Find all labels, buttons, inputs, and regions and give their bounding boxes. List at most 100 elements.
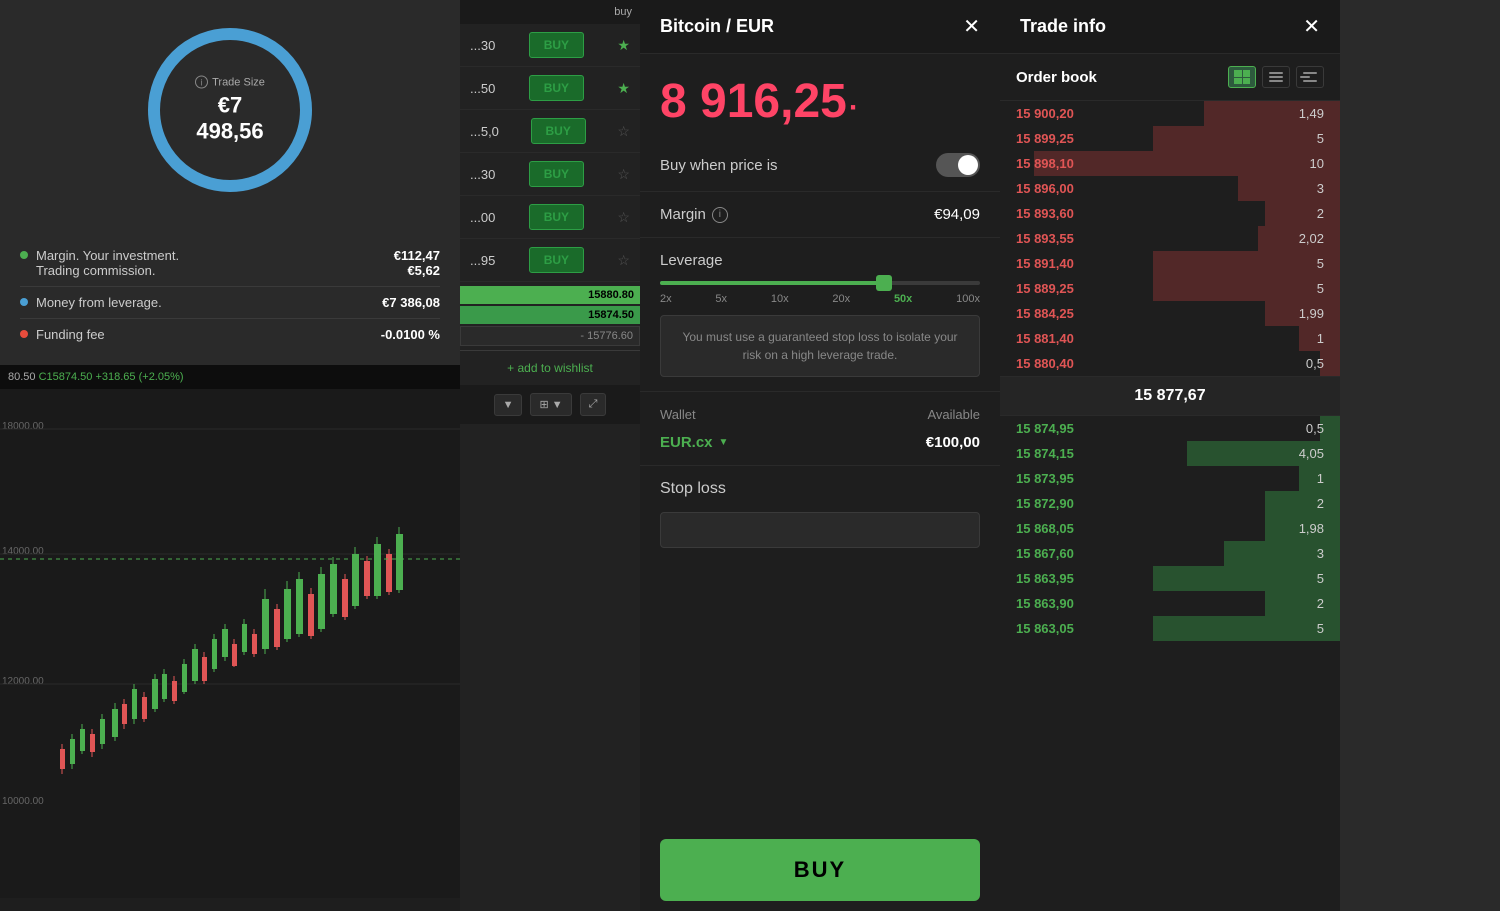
sell-order-row[interactable]: 15 893,55 2,02 (1000, 226, 1340, 251)
circle-inner: i Trade Size €7 498,56 (185, 76, 275, 145)
margin-section: Margin i €94,09 (640, 192, 1000, 238)
bitcoin-close-btn[interactable]: ✕ (963, 17, 980, 37)
view-icon-list2[interactable] (1296, 66, 1324, 88)
left-panel: i Trade Size €7 498,56 Margin. Your inve… (0, 0, 460, 911)
buy-when-price-row: Buy when price is (640, 139, 1000, 192)
bitcoin-panel-header: Bitcoin / EUR ✕ (640, 0, 1000, 54)
lev-5x[interactable]: 5x (715, 293, 727, 305)
trade-info-close-btn[interactable]: ✕ (1303, 17, 1320, 37)
star-filled-2[interactable]: ★ (617, 80, 630, 97)
buy-button-2[interactable]: BUY (529, 75, 584, 101)
margin-info-icon[interactable]: i (712, 207, 728, 223)
lev-50x[interactable]: 50x (894, 293, 912, 305)
wallet-header: Wallet Available (660, 406, 980, 424)
buy-order-row[interactable]: 15 874,95 0,5 (1000, 416, 1340, 441)
collapse-btn[interactable]: ▼ (494, 394, 523, 416)
price-overlays: 15880.80 15874.50 - 15776.60 (460, 286, 640, 346)
buy-action-button[interactable]: BUY (660, 839, 980, 901)
leverage-value: €7 386,08 (382, 295, 440, 310)
buy-button-5[interactable]: BUY (529, 204, 584, 230)
sell-order-row[interactable]: 15 899,25 5 (1000, 126, 1340, 151)
funding-value: -0.0100 % (381, 327, 440, 342)
buy-item-1: ...30 BUY ★ (460, 24, 640, 67)
price-overlay-3: - 15776.60 (460, 326, 640, 346)
star-outline-3[interactable]: ☆ (617, 123, 630, 140)
svg-text:14000.00: 14000.00 (2, 546, 44, 557)
leverage-section-title: Leverage (660, 252, 980, 269)
buy-item-3: ...5,0 BUY ☆ (460, 110, 640, 153)
sell-order-row[interactable]: 15 896,00 3 (1000, 176, 1340, 201)
buy-order-row[interactable]: 15 863,90 2 (1000, 591, 1340, 616)
trade-size-amount: €7 498,56 (185, 93, 275, 145)
svg-text:12000.00: 12000.00 (2, 676, 44, 687)
bitcoin-panel-title: Bitcoin / EUR (660, 16, 774, 37)
add-to-wishlist[interactable]: + add to wishlist (460, 350, 640, 385)
candlestick-chart: 18000.00 14000.00 12000.00 10000.00 (0, 389, 460, 819)
wallet-label: Wallet (660, 407, 696, 422)
margin-field-value: €94,09 (934, 206, 980, 223)
funding-label: Funding fee (20, 327, 105, 342)
chart-reset-btn[interactable]: ↺ (76, 908, 96, 911)
funding-row: Funding fee -0.0100 % (20, 319, 440, 350)
leverage-track (660, 281, 980, 285)
buy-order-row[interactable]: 15 873,95 1 (1000, 466, 1340, 491)
chart-controls: ◄ ⊖ ↺ ⊕ ► ►| (0, 898, 460, 911)
buy-button-6[interactable]: BUY (529, 247, 584, 273)
star-outline-4[interactable]: ☆ (617, 166, 630, 183)
buy-order-row[interactable]: 15 872,90 2 (1000, 491, 1340, 516)
star-filled-1[interactable]: ★ (617, 37, 630, 54)
buy-item-4: ...30 BUY ☆ (460, 153, 640, 196)
buy-order-row[interactable]: 15 868,05 1,98 (1000, 516, 1340, 541)
sell-order-row[interactable]: 15 889,25 5 (1000, 276, 1340, 301)
buy-button-1[interactable]: BUY (529, 32, 584, 58)
leverage-bar[interactable] (660, 281, 980, 285)
buy-when-toggle[interactable] (936, 153, 980, 177)
sell-order-row[interactable]: 15 891,40 5 (1000, 251, 1340, 276)
buy-item-2: ...50 BUY ★ (460, 67, 640, 110)
sell-order-row[interactable]: 15 900,20 1,49 (1000, 101, 1340, 126)
trade-size-container: i Trade Size €7 498,56 (0, 0, 460, 230)
wallet-currency-selector[interactable]: EUR.cx ▼ (660, 434, 728, 451)
stop-loss-section: Stop loss (640, 466, 1000, 829)
order-list[interactable]: 15 900,20 1,49 15 899,25 5 15 898,10 10 … (1000, 101, 1340, 911)
buy-order-row[interactable]: 15 867,60 3 (1000, 541, 1340, 566)
buy-order-row[interactable]: 15 863,95 5 (1000, 566, 1340, 591)
sell-order-row[interactable]: 15 898,10 10 (1000, 151, 1340, 176)
margin-row: Margin. Your investment. Trading commiss… (20, 240, 440, 287)
sell-order-row[interactable]: 15 881,40 1 (1000, 326, 1340, 351)
buy-order-row[interactable]: 15 874,15 4,05 (1000, 441, 1340, 466)
buy-button-4[interactable]: BUY (529, 161, 584, 187)
trade-info-header: Trade info ✕ (1000, 0, 1340, 54)
bitcoin-panel: Bitcoin / EUR ✕ 8 916,25· Buy when price… (640, 0, 1000, 911)
sell-order-row[interactable]: 15 893,60 2 (1000, 201, 1340, 226)
star-outline-6[interactable]: ☆ (617, 252, 630, 269)
buy-orders: 15 874,95 0,5 15 874,15 4,05 15 873,95 1… (1000, 416, 1340, 641)
star-outline-5[interactable]: ☆ (617, 209, 630, 226)
leverage-warning: You must use a guaranteed stop loss to i… (660, 315, 980, 377)
lev-2x[interactable]: 2x (660, 293, 672, 305)
view-icon-list1[interactable] (1262, 66, 1290, 88)
buy-button-3[interactable]: BUY (531, 118, 586, 144)
chart-zoom-in-btn[interactable]: ⊕ (107, 908, 127, 911)
trade-info-panel: Trade info ✕ Order book (1000, 0, 1340, 911)
mid-price-row: 15 877,67 (1000, 376, 1340, 416)
leverage-thumb (876, 275, 892, 291)
price-overlay-2: 15874.50 (460, 306, 640, 324)
stop-loss-input[interactable] (660, 512, 980, 548)
layers-btn[interactable]: ⊞ ▼ (530, 393, 571, 416)
red-dot (20, 330, 28, 338)
lev-10x[interactable]: 10x (771, 293, 789, 305)
lev-100x[interactable]: 100x (956, 293, 980, 305)
buy-item-5: ...00 BUY ☆ (460, 196, 640, 239)
sell-order-row[interactable]: 15 884,25 1,99 (1000, 301, 1340, 326)
chart-zoom-out-btn[interactable]: ⊖ (44, 908, 64, 911)
buy-order-row[interactable]: 15 863,05 5 (1000, 616, 1340, 641)
view-icon-grid[interactable] (1228, 66, 1256, 88)
expand-btn[interactable]: ⤢ (580, 393, 607, 416)
lev-20x[interactable]: 20x (832, 293, 850, 305)
wallet-section: Wallet Available EUR.cx ▼ €100,00 (640, 392, 1000, 466)
sell-order-row[interactable]: 15 880,40 0,5 (1000, 351, 1340, 376)
leverage-labels: 2x 5x 10x 20x 50x 100x (660, 293, 980, 305)
trade-size-label: i Trade Size (185, 76, 275, 89)
svg-text:18000.00: 18000.00 (2, 421, 44, 432)
